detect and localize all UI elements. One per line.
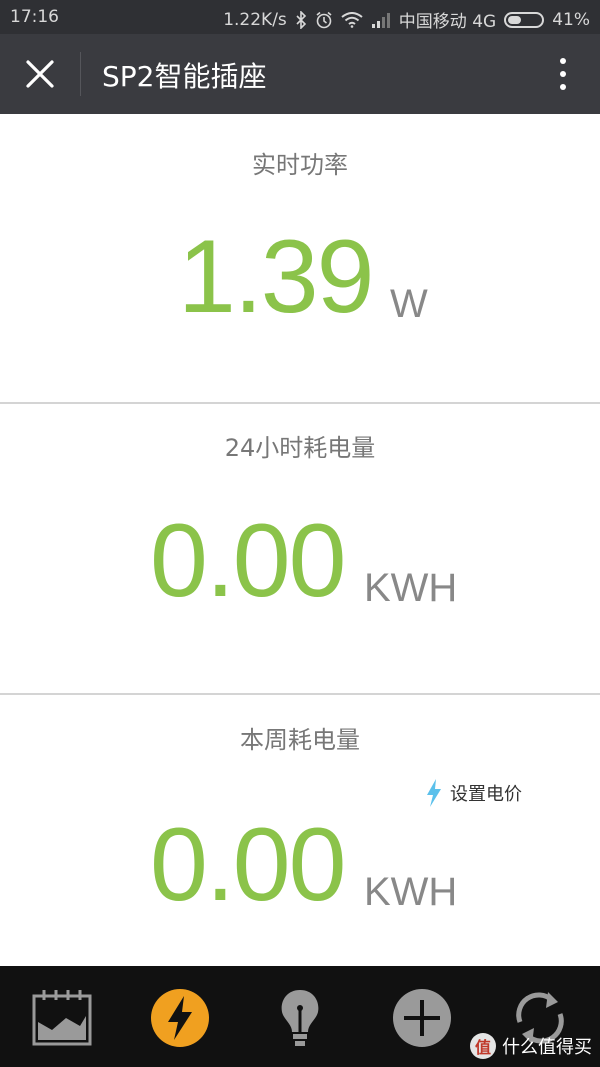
realtime-power-label: 实时功率	[252, 151, 348, 179]
more-vertical-icon	[560, 58, 566, 90]
close-button[interactable]	[20, 54, 60, 94]
close-icon	[26, 60, 54, 88]
watermark-text: 什么值得买	[502, 1037, 592, 1058]
alarm-icon	[315, 11, 333, 29]
weekly-usage-label: 本周耗电量	[240, 726, 360, 754]
status-speed: 1.22K/s	[223, 9, 287, 30]
battery-icon	[504, 12, 545, 28]
power-bolt-icon	[151, 989, 209, 1047]
chart-icon	[32, 990, 92, 1046]
watermark-logo: 值	[470, 1033, 496, 1059]
watermark: 值 什么值得买	[470, 1033, 592, 1059]
page-title: SP2智能插座	[102, 60, 267, 93]
section-divider	[0, 402, 600, 404]
more-button[interactable]	[556, 56, 570, 92]
plus-icon	[393, 989, 451, 1047]
weekly-usage-value: 0.00	[150, 807, 346, 923]
app-bar: SP2智能插座	[0, 34, 600, 114]
appbar-divider	[80, 52, 81, 96]
realtime-power-unit: W	[390, 282, 428, 326]
daily-usage-label: 24小时耗电量	[224, 434, 376, 462]
weekly-usage-unit: KWH	[364, 870, 458, 914]
tab-power[interactable]	[148, 986, 212, 1050]
status-battery: 41%	[552, 9, 590, 30]
set-price-label: 设置电价	[450, 784, 522, 805]
signal-icon	[371, 12, 391, 28]
daily-usage-value: 0.00	[150, 503, 346, 619]
tab-add[interactable]	[390, 986, 454, 1050]
lightning-icon	[427, 779, 441, 807]
bottom-tab-bar: 值 什么值得买	[0, 966, 600, 1067]
section-divider	[0, 693, 600, 695]
status-carrier: 中国移动 4G	[398, 12, 497, 32]
bluetooth-icon	[295, 10, 307, 29]
daily-usage-unit: KWH	[364, 566, 458, 610]
bulb-icon	[281, 990, 319, 1046]
wifi-icon	[341, 11, 363, 28]
status-bar: 17:16 1.22K/s 中国移动 4G 41%	[0, 0, 600, 34]
realtime-power-value: 1.39	[178, 219, 374, 335]
set-price-button[interactable]: 设置电价	[424, 778, 522, 808]
status-time: 17:16	[10, 7, 59, 27]
tab-chart[interactable]	[30, 986, 94, 1050]
tab-light[interactable]	[268, 986, 332, 1050]
